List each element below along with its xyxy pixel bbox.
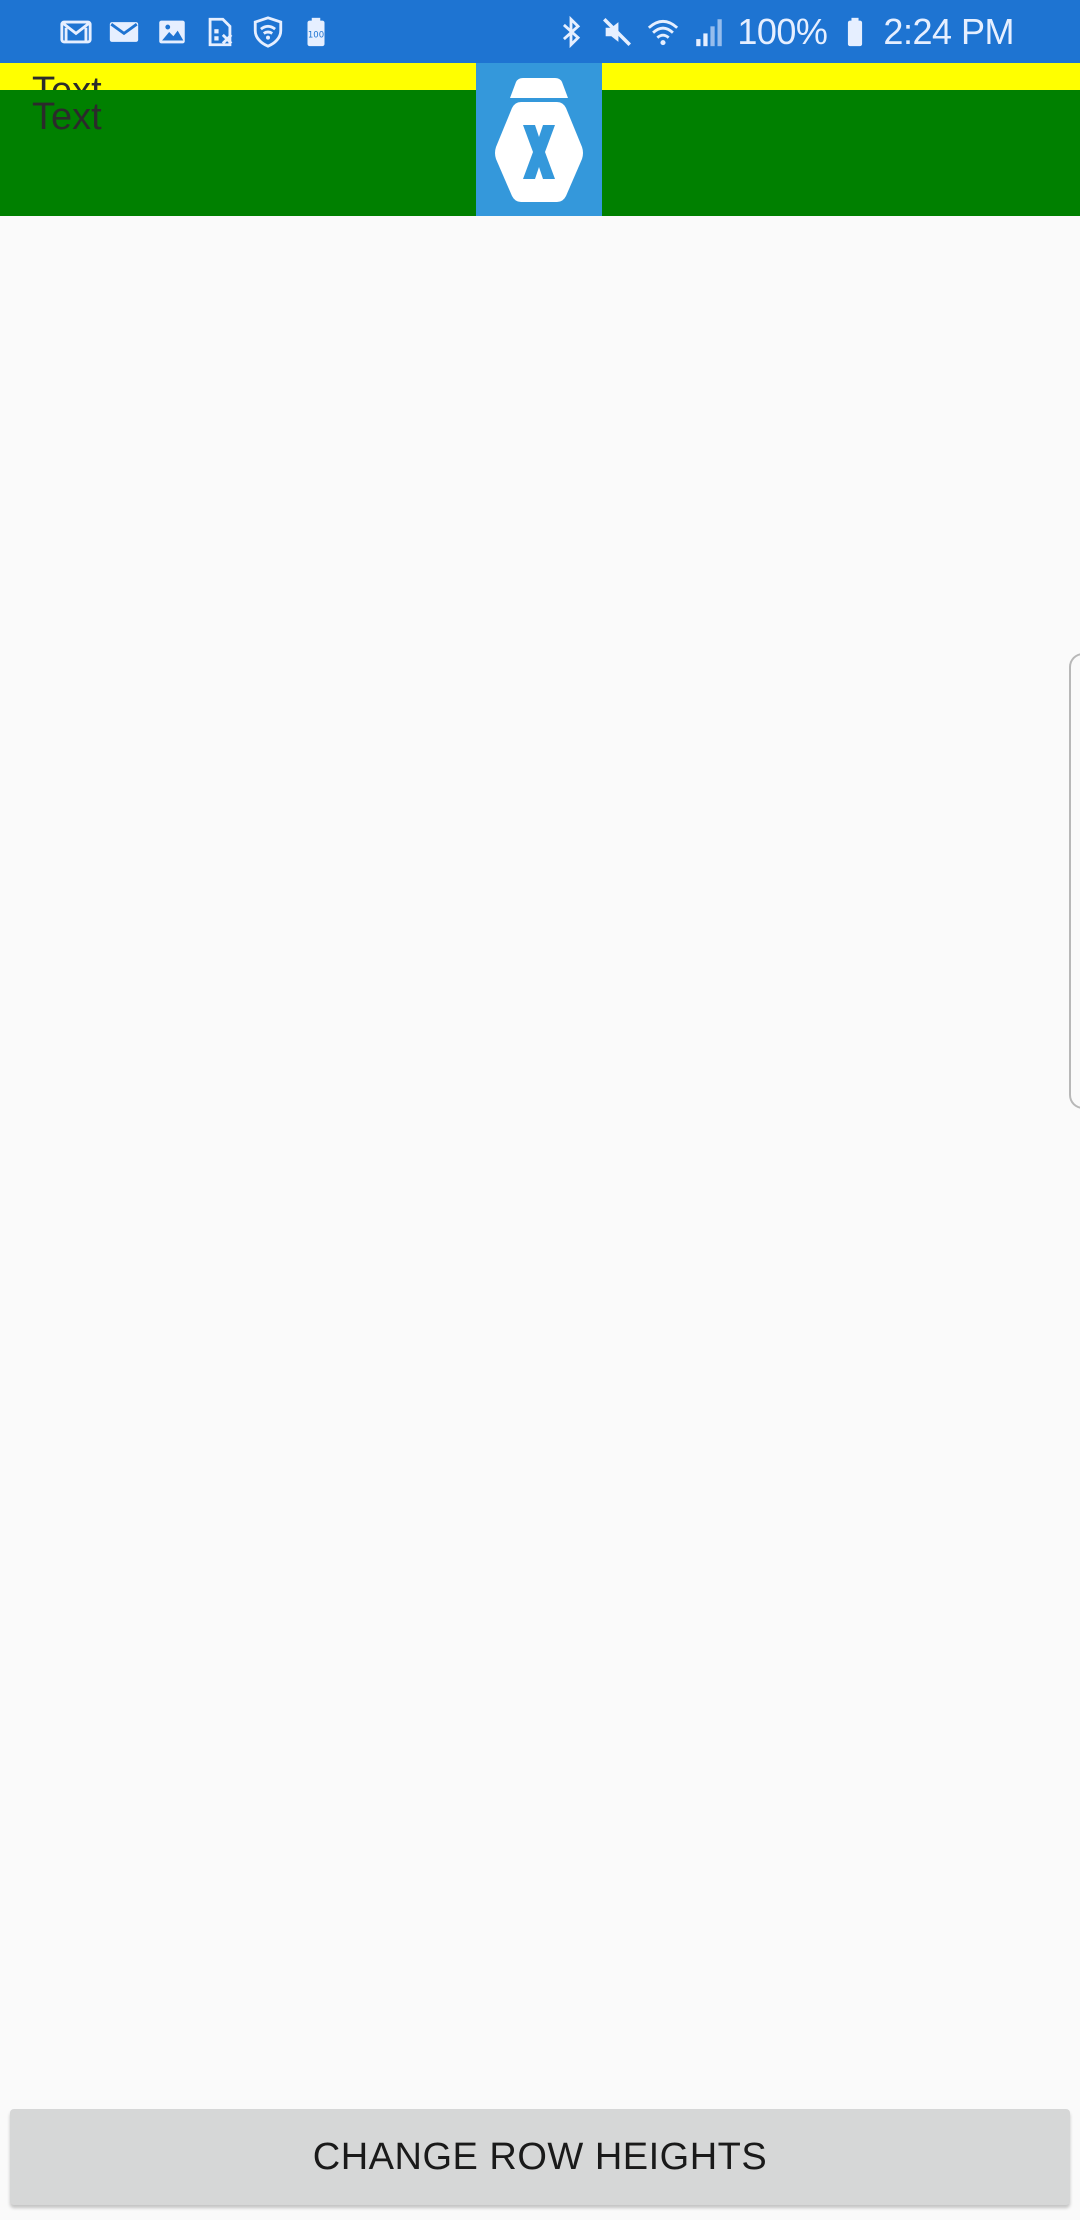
system-icons: 100% 2:24 PM xyxy=(553,0,1014,63)
battery-badge-text: 100 xyxy=(308,30,324,40)
row-label-green: Text xyxy=(32,96,102,138)
status-bar: 100 100% 2:24 PM xyxy=(0,0,1080,63)
battery-percentage: 100% xyxy=(737,10,828,52)
gmail-icon xyxy=(58,14,94,50)
email-icon xyxy=(106,14,142,50)
battery-icon xyxy=(837,14,873,50)
logo-image xyxy=(476,63,602,216)
signal-icon xyxy=(691,14,727,50)
edge-panel-handle[interactable] xyxy=(1069,653,1080,1109)
wifi-icon xyxy=(645,14,681,50)
bluetooth-icon xyxy=(553,14,589,50)
app-screen: 100 100% 2:24 PM Text Text xyxy=(0,0,1080,2220)
xamarin-logo-icon xyxy=(495,78,583,202)
sim-icon xyxy=(202,14,238,50)
status-time: 2:24 PM xyxy=(883,10,1014,52)
mute-icon xyxy=(599,14,635,50)
shield-wifi-icon xyxy=(250,14,286,50)
change-row-heights-button[interactable]: CHANGE ROW HEIGHTS xyxy=(10,2109,1070,2205)
battery-saver-icon: 100 xyxy=(298,14,334,50)
notification-icons: 100 xyxy=(58,0,334,63)
gallery-icon xyxy=(154,14,190,50)
